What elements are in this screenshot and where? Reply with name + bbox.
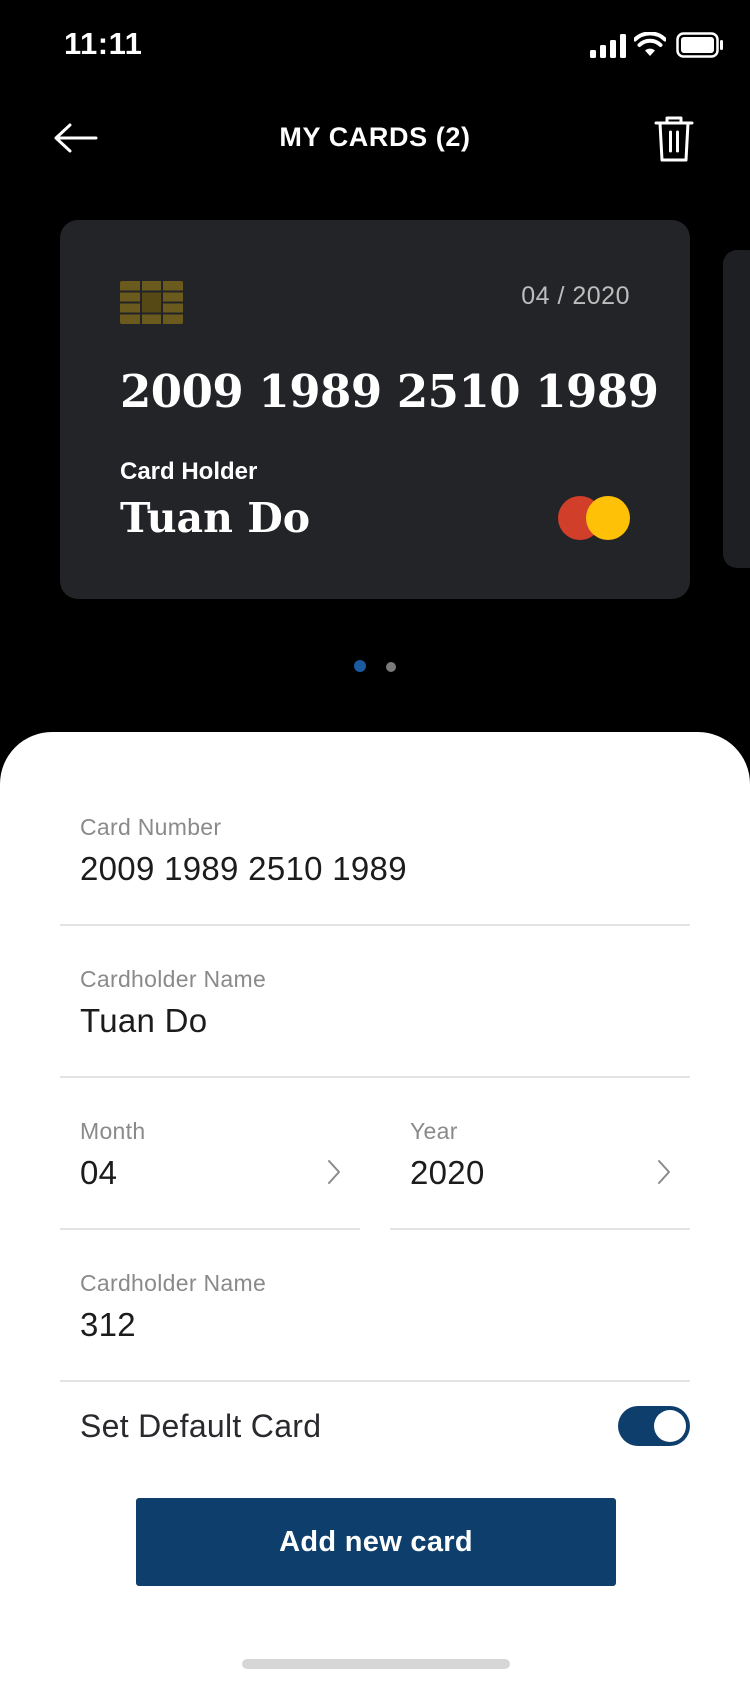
- battery-icon: [676, 32, 723, 58]
- year-select[interactable]: Year 2020: [390, 1118, 690, 1230]
- status-time: 11:11: [64, 26, 143, 61]
- default-card-label: Set Default Card: [80, 1408, 322, 1444]
- cvv-field[interactable]: Cardholder Name 312: [60, 1270, 690, 1382]
- home-indicator: [242, 1659, 510, 1669]
- trash-icon: [654, 116, 694, 162]
- cvv-label: Cardholder Name: [80, 1270, 267, 1296]
- status-bar: 11:11: [0, 0, 750, 96]
- cvv-input[interactable]: 312: [80, 1306, 136, 1344]
- month-value: 04: [80, 1154, 118, 1191]
- toggle-knob: [654, 1410, 686, 1442]
- card-pager: [0, 660, 750, 672]
- card-expiry: 04 / 2020: [521, 282, 630, 310]
- card-number-input[interactable]: 2009 1989 2510 1989: [80, 850, 407, 888]
- pager-dot[interactable]: [386, 662, 396, 672]
- page-title: MY CARDS (2): [279, 122, 471, 152]
- wifi-icon: [634, 32, 666, 56]
- credit-card[interactable]: 04 / 2020 2009 1989 2510 1989 Card Holde…: [60, 220, 690, 599]
- mastercard-yellow-circle: [586, 496, 630, 540]
- year-label: Year: [410, 1118, 458, 1144]
- default-card-toggle[interactable]: [618, 1406, 690, 1446]
- cardholder-name-field[interactable]: Cardholder Name Tuan Do: [60, 966, 690, 1078]
- nav-bar: MY CARDS (2): [0, 100, 750, 176]
- month-label: Month: [80, 1118, 146, 1144]
- card-details-sheet: Card Number 2009 1989 2510 1989 Cardhold…: [0, 732, 750, 1686]
- year-value: 2020: [410, 1154, 485, 1191]
- next-card-peek[interactable]: [723, 250, 750, 568]
- card-chip-icon: [120, 281, 183, 324]
- card-number-field[interactable]: Card Number 2009 1989 2510 1989: [60, 814, 690, 926]
- signal-icon: [590, 34, 626, 58]
- delete-card-button[interactable]: [652, 114, 696, 164]
- chevron-right-icon: [658, 1160, 670, 1184]
- card-holder-label: Card Holder: [120, 458, 258, 485]
- mastercard-logo-icon: [558, 496, 632, 542]
- month-select[interactable]: Month 04: [60, 1118, 360, 1230]
- card-number-label: Card Number: [80, 814, 222, 840]
- card-number: 2009 1989 2510 1989: [120, 365, 659, 418]
- default-card-row: Set Default Card: [60, 1400, 690, 1454]
- chevron-right-icon: [328, 1160, 340, 1184]
- card-holder-name: Tuan Do: [120, 494, 311, 542]
- add-new-card-button[interactable]: Add new card: [136, 1498, 616, 1586]
- cardholder-name-label: Cardholder Name: [80, 966, 267, 992]
- pager-dot-active[interactable]: [354, 660, 366, 672]
- cardholder-name-input[interactable]: Tuan Do: [80, 1002, 207, 1040]
